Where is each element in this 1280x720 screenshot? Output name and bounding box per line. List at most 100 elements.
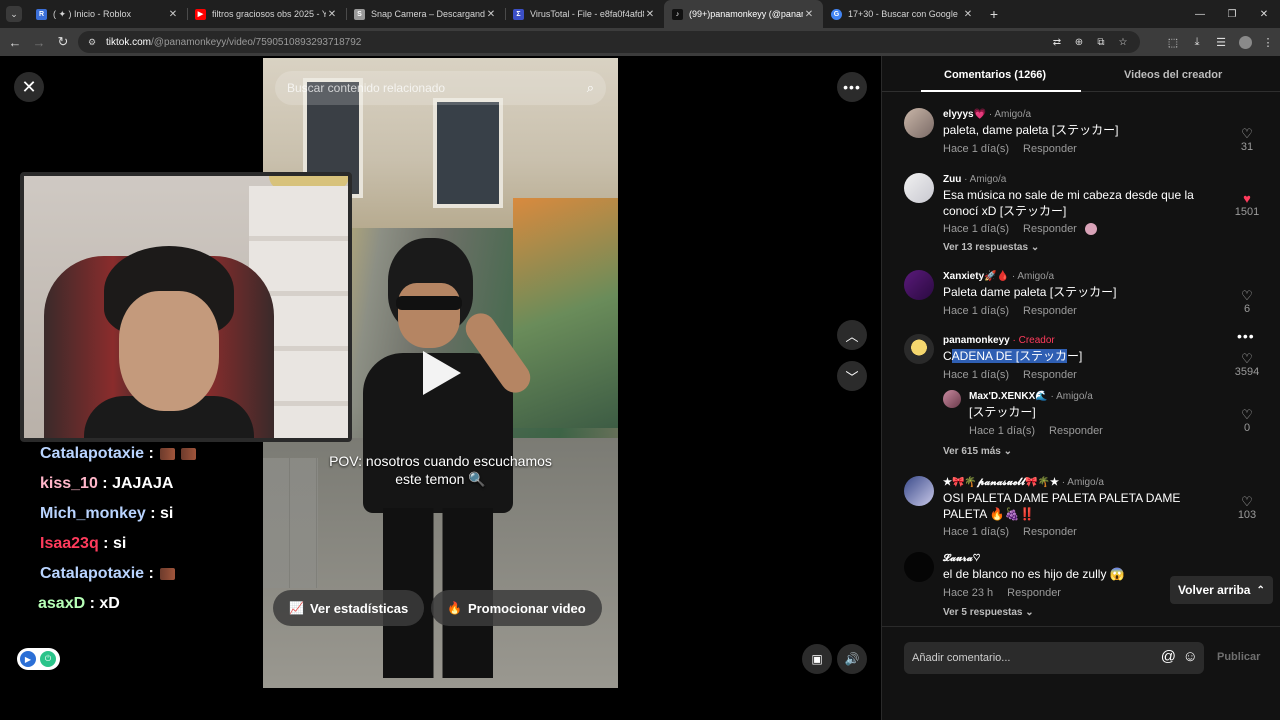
reply-button[interactable]: Responder [1007,587,1061,599]
floating-player-button[interactable]: ▣ [802,644,832,674]
comment-username[interactable]: Max'D.XENKX🌊 [969,391,1048,402]
emote-icon [180,448,196,460]
extensions-icon[interactable]: ⬚ [1161,30,1185,54]
like-button[interactable]: ♡ 6 [1222,288,1272,315]
address-bar-row: ← → ↻ ⚙ tiktok.com/@panamonkeyy/video/75… [0,28,1280,56]
mention-icon[interactable]: @ [1161,648,1176,665]
volume-button[interactable]: 🔊 [837,644,867,674]
zoom-icon[interactable]: ⊕ [1068,34,1090,50]
tab-close-icon[interactable]: ✕ [167,9,179,20]
restore-icon[interactable]: ❐ [1216,0,1248,28]
tab-close-icon[interactable]: ✕ [962,9,974,20]
publish-button[interactable]: Publicar [1217,651,1260,663]
promote-video-button[interactable]: 🔥 Promocionar video [431,590,602,626]
browser-tab-active[interactable]: ♪ (99+)panamonkeyy (@panamo ✕ [664,0,823,28]
bookmark-star-icon[interactable]: ☆ [1112,34,1134,50]
browser-tab[interactable]: R ( ✦ ) Inicio - Roblox ✕ [28,0,187,28]
comment-more-icon[interactable]: ••• [1237,328,1255,344]
tab-close-icon[interactable]: ✕ [644,9,656,20]
comment-username[interactable]: ★🎀🌴𝓹𝓪𝓷𝓪𝓼𝓾𝓮𝓵𝓵🎀🌴★ [943,477,1059,488]
new-tab-button[interactable]: + [982,6,1006,22]
forward-arrow-icon[interactable]: → [27,30,51,54]
reply-button[interactable]: Responder [1023,369,1077,381]
view-more-replies-button[interactable]: Ver 615 más ⌄ [943,446,1012,457]
like-button[interactable]: ♡ 103 [1222,494,1272,521]
avatar[interactable] [904,552,934,582]
like-button[interactable]: ♡ 0 [1222,407,1272,434]
play-icon[interactable] [423,351,461,395]
previous-video-button[interactable]: ︿ [837,320,867,350]
comment-username[interactable]: panamonkeyy [943,335,1010,346]
comment-username[interactable]: Zuu [943,174,961,185]
profile-avatar[interactable] [1239,36,1252,49]
add-comment-input[interactable]: Añadir comentario... @ ☺ [904,642,1204,674]
picture-in-picture-icon: ▣ [811,652,823,666]
reload-icon[interactable]: ↻ [51,30,75,54]
tab-close-icon[interactable]: ✕ [803,9,815,20]
back-to-top-button[interactable]: Volver arriba ⌃ [1170,576,1273,604]
tab-close-icon[interactable]: ✕ [485,9,497,20]
reply-button[interactable]: Responder [1023,143,1077,155]
reply-button[interactable]: Responder [1023,526,1077,538]
back-to-top-label: Volver arriba [1178,583,1251,597]
next-video-button[interactable]: ﹀ [837,361,867,391]
chevron-up-icon: ︿ [845,328,859,344]
install-app-icon[interactable]: ⧉ [1090,34,1112,50]
more-icon: ••• [843,79,861,95]
creator-tag: · Creador [1012,335,1055,346]
reply-button[interactable]: Responder [1023,305,1077,317]
avatar[interactable] [904,108,934,138]
reply-button[interactable]: Responder [1049,425,1103,437]
site-info-icon[interactable]: ⚙ [86,36,98,48]
tiktok-favicon-icon: ♪ [672,8,683,20]
browser-tab[interactable]: S Snap Camera – Descargando ✕ [346,0,505,28]
chat-line: kiss_10 : JAJAJA [40,475,174,492]
chevron-down-icon: ⌄ [1030,242,1040,253]
related-search-input[interactable]: Buscar contenido relacionado ⌕ [275,71,606,105]
tab-title: VirusTotal - File - e8fa0f4afd87f [530,9,644,19]
like-button[interactable]: ♡ 31 [1222,126,1272,153]
comment-username[interactable]: Xanxiety🚀🩸 [943,271,1009,282]
extension-toggle[interactable]: ▶ ⏻ [17,648,60,670]
url-field[interactable]: ⚙ tiktok.com/@panamonkeyy/video/75905108… [78,31,1140,53]
window-close-icon[interactable]: ✕ [1248,0,1280,28]
url-path: /@panamonkeyy/video/7590510893293718792 [151,36,362,48]
tab-comments[interactable]: Comentarios (1266) [944,69,1046,81]
comment-tag: · Amigo/a [1050,391,1093,402]
view-replies-button[interactable]: Ver 5 respuestas ⌄ [943,607,1034,618]
avatar[interactable] [904,173,934,203]
tab-search-icon[interactable]: ⌄ [6,6,22,22]
chat-user: kiss_10 [40,475,98,492]
translate-icon[interactable]: ⇄ [1046,34,1068,50]
browser-tab-strip: ⌄ R ( ✦ ) Inicio - Roblox ✕ ▶ filtros gr… [0,0,1280,28]
avatar[interactable] [943,390,961,408]
view-replies-button[interactable]: Ver 13 respuestas ⌄ [943,242,1039,253]
avatar[interactable] [904,270,934,300]
tab-creator-videos[interactable]: Videos del creador [1124,69,1222,81]
close-video-button[interactable]: ✕ [14,72,44,102]
browser-tab[interactable]: Σ VirusTotal - File - e8fa0f4afd87f ✕ [505,0,664,28]
reply-button[interactable]: Responder [1023,223,1077,235]
downloads-icon[interactable]: ⤓ [1185,30,1209,54]
avatar[interactable] [904,334,934,364]
like-button[interactable]: ♥ 1501 [1222,191,1272,218]
heart-icon: ♡ [1241,288,1253,303]
search-icon[interactable]: ⌕ [587,80,594,96]
more-options-button[interactable]: ••• [837,72,867,102]
comment-username[interactable]: 𝓛𝓪𝓾𝓻𝓪♡ [943,553,980,564]
tab-close-icon[interactable]: ✕ [326,9,338,20]
back-arrow-icon[interactable]: ← [3,30,27,54]
browser-menu-icon[interactable]: ⋮ [1256,30,1280,54]
like-button[interactable]: ♡ 3594 [1222,351,1272,378]
browser-tab[interactable]: ▶ filtros graciosos obs 2025 - Yout ✕ [187,0,346,28]
browser-tab[interactable]: G 17+30 - Buscar con Google ✕ [823,0,982,28]
emoji-icon[interactable]: ☺ [1183,648,1198,665]
minimize-icon[interactable]: — [1184,0,1216,28]
comment-username[interactable]: elyyys💗 [943,109,986,120]
chevron-down-icon: ﹀ [845,369,859,385]
like-count: 3594 [1234,366,1260,378]
reading-list-icon[interactable]: ☰ [1209,30,1233,54]
avatar[interactable] [904,476,934,506]
virustotal-favicon-icon: Σ [513,8,524,20]
comment-tag: · Amigo/a [988,109,1032,120]
